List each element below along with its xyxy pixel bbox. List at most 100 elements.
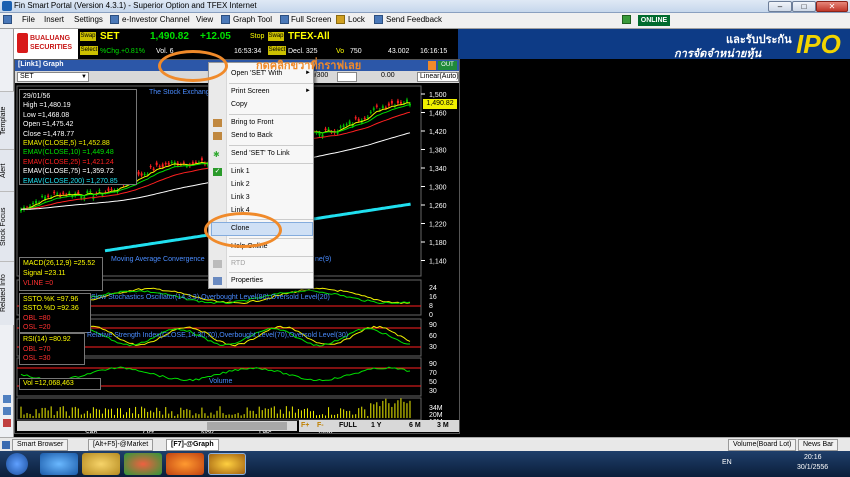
select-button[interactable]: Select — [80, 46, 98, 55]
horizontal-scrollbar[interactable] — [17, 421, 297, 431]
chevron-down-icon[interactable]: ▼ — [81, 74, 87, 80]
swap-button-2[interactable]: Swap — [268, 32, 284, 41]
menu-separator — [229, 114, 313, 115]
ticker-symbol: SET — [100, 31, 120, 42]
sto-osl: OSL =20 — [23, 324, 51, 332]
clock-time[interactable]: 20:16 — [804, 454, 822, 461]
candle-body — [137, 171, 140, 175]
candle-body — [68, 192, 71, 194]
out-button[interactable]: OUT — [438, 61, 457, 70]
sidebar-tab-related-info[interactable]: Related Info — [0, 261, 14, 325]
price-tick-label: 1,460 — [429, 111, 447, 118]
tab-graph[interactable]: [F7]-@Graph — [166, 439, 219, 451]
candle-body — [324, 128, 327, 130]
menu-view[interactable]: View — [196, 15, 213, 24]
volume-title: Volume — [209, 378, 233, 385]
start-icon[interactable] — [6, 453, 28, 475]
menu-settings[interactable]: Settings — [74, 15, 103, 24]
price-tick-label: 1,260 — [429, 203, 447, 210]
zoom-in-icon[interactable]: F+ — [301, 422, 309, 429]
period-3m[interactable]: 3 M — [437, 422, 449, 429]
period-1y[interactable]: 1 Y — [371, 422, 381, 429]
sidebar-tab-alert[interactable]: Alert — [0, 149, 14, 191]
menu-item-send-back[interactable]: Send to Back — [231, 132, 273, 139]
candle-body — [41, 196, 44, 198]
info-ema75: EMAV(CLOSE,75) =1,359.72 — [23, 168, 114, 176]
menu-send-feedback[interactable]: Send Feedback — [386, 15, 442, 24]
menu-insert[interactable]: Insert — [44, 15, 64, 24]
menu-full-screen[interactable]: Full Screen — [291, 15, 331, 24]
ticker-panel: Swap Select SET 1,490.82 +12.05 %Chg.+0.… — [78, 29, 458, 59]
symbol-input[interactable]: SET — [17, 72, 89, 82]
candle-body — [191, 162, 194, 164]
candle-body — [53, 191, 56, 194]
logo-mark — [17, 33, 28, 53]
scale-select[interactable]: Linear(Auto) — [417, 72, 459, 82]
menu-item-send-link[interactable]: Send 'SET' To Link — [231, 150, 290, 157]
price-tick-label: 1,420 — [429, 129, 447, 136]
candle-body — [381, 106, 384, 108]
swap-button[interactable]: Swap — [80, 32, 96, 41]
einvestor-icon — [110, 15, 119, 24]
period-6m[interactable]: 6 M — [409, 422, 421, 429]
menu-einvestor[interactable]: e-Investor Channel — [122, 15, 190, 24]
ie-icon[interactable] — [40, 453, 78, 475]
delete-icon[interactable] — [3, 419, 11, 427]
chrome-icon[interactable] — [124, 453, 162, 475]
save-icon[interactable] — [3, 395, 11, 403]
macd-title-end: ne(9) — [315, 256, 332, 263]
maximize-button[interactable]: □ — [792, 1, 816, 12]
macd-tick-label: 24 — [429, 285, 437, 292]
candle-body — [47, 195, 50, 197]
sidebar-tab-stock-focus[interactable]: Stock Focus — [0, 191, 14, 261]
menu-lock[interactable]: Lock — [348, 15, 365, 24]
info-ema25: EMAV(CLOSE,25) =1,421.24 — [23, 158, 114, 166]
candle-body — [354, 117, 357, 119]
candle-body — [345, 124, 348, 126]
scrollbar-thumb[interactable] — [207, 422, 287, 430]
menu-item-properties[interactable]: Properties — [231, 277, 263, 284]
minimize-button[interactable]: – — [768, 1, 792, 12]
menu-item-link-1[interactable]: Link 1 — [231, 168, 250, 175]
menu-item-print-screen[interactable]: Print Screen — [231, 88, 270, 95]
close-button[interactable]: ✕ — [816, 1, 848, 12]
menu-item-bring-front[interactable]: Bring to Front — [231, 119, 273, 126]
menu-graph-tool[interactable]: Graph Tool — [233, 15, 272, 24]
submenu-arrow-icon: ► — [305, 88, 311, 94]
volume-board-button[interactable]: Volume(Board Lot) — [728, 439, 797, 451]
macd-tick-label: 16 — [429, 294, 437, 301]
app-menu-icon[interactable] — [3, 15, 12, 24]
full-screen-icon — [280, 15, 289, 24]
menu-item-link-2[interactable]: Link 2 — [231, 181, 250, 188]
price-tick-label: 1,220 — [429, 222, 447, 229]
menu-separator — [229, 163, 313, 164]
language-indicator[interactable]: EN — [722, 459, 732, 466]
stop-label: Stop — [250, 33, 265, 40]
smart-browser-button[interactable]: Smart Browser — [12, 439, 69, 451]
macd-vline: VLINE =0 — [23, 280, 54, 287]
explorer-icon[interactable] — [82, 453, 120, 475]
finsmart-taskbar-icon[interactable] — [208, 453, 246, 475]
macd-tick-label: 8 — [429, 303, 433, 310]
candle-body — [170, 161, 173, 163]
menu-file[interactable]: File — [22, 15, 35, 24]
menu-item-copy[interactable]: Copy — [231, 101, 247, 108]
candle-body — [194, 162, 197, 164]
zoom-out-icon[interactable]: F- — [317, 422, 324, 429]
menu-item-link-3[interactable]: Link 3 — [231, 194, 250, 201]
clock-date[interactable]: 30/1/2556 — [797, 464, 828, 471]
title-bar: Fin Smart Portal (Version 4.3.1) - Super… — [0, 0, 850, 13]
price-tick-label: 1,500 — [429, 92, 447, 99]
pin-icon[interactable] — [428, 61, 436, 70]
news-bar-button[interactable]: News Bar — [798, 439, 839, 451]
folder-icon[interactable] — [3, 407, 11, 415]
tab-market[interactable]: [Alt+F5]-@Market — [88, 439, 154, 451]
select-button-2[interactable]: Select — [268, 46, 286, 55]
sidebar-tab-template[interactable]: Template — [0, 91, 14, 149]
rsi-value: RSI(14) =80.92 — [23, 336, 71, 343]
period-full[interactable]: FULL — [339, 422, 357, 429]
ipo-banner[interactable]: และรับประกัน การจัดจำหน่ายหุ้น IPO — [458, 29, 850, 60]
media-icon[interactable] — [166, 453, 204, 475]
candle-body — [143, 173, 146, 175]
price-info-box: 29/01/56 High =1,480.19 Low =1,468.08 Op… — [19, 89, 137, 185]
